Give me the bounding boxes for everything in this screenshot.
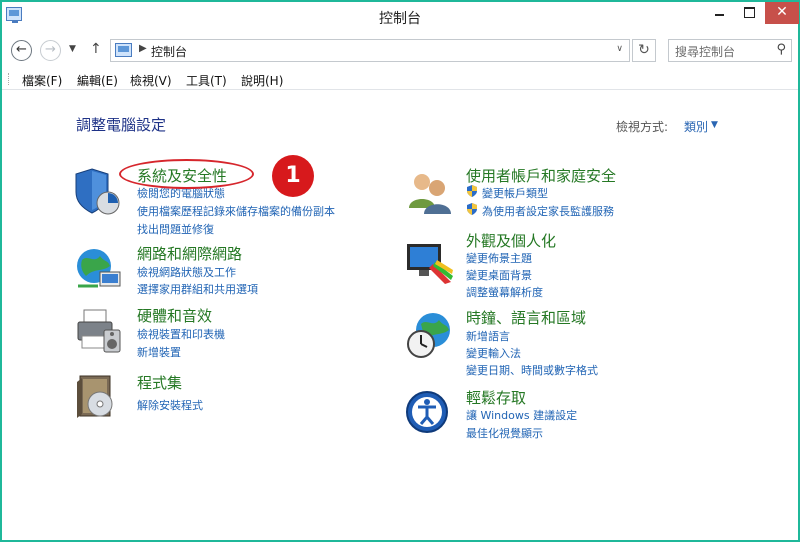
menu-file[interactable]: 檔案(F)	[22, 72, 62, 89]
category-users-title[interactable]: 使用者帳戶和家庭安全	[466, 165, 616, 186]
link-file-history-backup[interactable]: 使用檔案歷程記錄來儲存檔案的備份副本	[137, 203, 335, 219]
search-icon[interactable]: ⚲	[776, 42, 786, 57]
link-optimize-visual-display[interactable]: 最佳化視覺顯示	[466, 425, 543, 441]
menu-tools[interactable]: 工具(T)	[186, 72, 227, 89]
category-clock-title[interactable]: 時鐘、語言和區域	[466, 307, 586, 328]
network-globe-icon[interactable]	[74, 242, 124, 292]
category-appearance-title[interactable]: 外觀及個人化	[466, 230, 556, 251]
link-change-account-type[interactable]: 變更帳戶類型	[482, 185, 548, 201]
close-button[interactable]: ✕	[765, 2, 799, 24]
maximize-button[interactable]	[732, 2, 766, 24]
control-panel-icon	[115, 43, 132, 57]
appearance-monitor-icon[interactable]	[405, 238, 455, 288]
programs-box-icon[interactable]	[74, 372, 124, 422]
refresh-icon[interactable]: ↻	[632, 39, 656, 62]
title-bar: 控制台 ✕	[2, 2, 799, 32]
recent-locations-dropdown-icon[interactable]: ▼	[69, 44, 76, 54]
link-family-safety[interactable]: 為使用者設定家長監護服務	[482, 203, 614, 219]
breadcrumb-control-panel[interactable]: 控制台	[151, 43, 187, 60]
up-arrow-icon[interactable]: ↑	[90, 41, 102, 57]
navigation-bar: ← → ▼ ↑ ▶ 控制台 ∨ ↻ 搜尋控制台 ⚲	[2, 36, 798, 66]
category-network-title[interactable]: 網路和網際網路	[137, 243, 242, 264]
address-dropdown-icon[interactable]: ∨	[616, 44, 623, 54]
link-devices-printers[interactable]: 檢視裝置和印表機	[137, 326, 225, 342]
link-screen-resolution[interactable]: 調整螢幕解析度	[466, 284, 543, 300]
link-add-language[interactable]: 新增語言	[466, 328, 510, 344]
menu-bar: 檔案(F) 編輯(E) 檢視(V) 工具(T) 說明(H)	[2, 68, 798, 90]
link-find-fix-problems[interactable]: 找出問題並修復	[137, 221, 214, 237]
link-homegroup-sharing[interactable]: 選擇家用群組和共用選項	[137, 281, 258, 297]
menu-view[interactable]: 檢視(V)	[130, 72, 172, 89]
back-arrow-icon[interactable]: ←	[11, 40, 32, 61]
forward-arrow-icon[interactable]: →	[40, 40, 61, 61]
uac-shield-icon	[467, 203, 477, 215]
view-by-chevron-icon[interactable]: ▼	[711, 120, 718, 130]
search-box[interactable]: 搜尋控制台 ⚲	[668, 39, 792, 62]
breadcrumb-chevron-icon[interactable]: ▶	[139, 43, 147, 54]
users-icon[interactable]	[405, 168, 455, 218]
link-change-theme[interactable]: 變更佈景主題	[466, 250, 532, 266]
printer-icon[interactable]	[74, 306, 124, 356]
category-hardware-title[interactable]: 硬體和音效	[137, 305, 212, 326]
view-by-label: 檢視方式:	[616, 120, 669, 134]
link-date-time-format[interactable]: 變更日期、時間或數字格式	[466, 362, 598, 378]
link-network-status[interactable]: 檢視網路狀態及工作	[137, 264, 236, 280]
link-change-input-method[interactable]: 變更輸入法	[466, 345, 521, 361]
link-windows-suggest-settings[interactable]: 讓 Windows 建議設定	[466, 407, 577, 423]
category-programs-title[interactable]: 程式集	[137, 372, 182, 393]
menu-edit[interactable]: 編輯(E)	[77, 72, 118, 89]
ease-of-access-icon[interactable]	[405, 388, 455, 438]
clock-globe-icon[interactable]	[405, 310, 455, 360]
highlight-ellipse	[119, 159, 254, 189]
link-change-desktop-background[interactable]: 變更桌面背景	[466, 267, 532, 283]
page-title: 調整電腦設定	[76, 116, 167, 134]
link-uninstall-program[interactable]: 解除安裝程式	[137, 397, 203, 413]
security-shield-icon[interactable]	[74, 167, 124, 217]
window-title: 控制台	[379, 11, 421, 27]
link-add-device[interactable]: 新增裝置	[137, 344, 181, 360]
view-by-dropdown[interactable]: 類別	[684, 118, 708, 135]
menu-help[interactable]: 說明(H)	[241, 72, 283, 89]
menu-grip	[8, 73, 10, 85]
step-number-badge: 1	[272, 155, 314, 197]
uac-shield-icon	[467, 185, 477, 197]
search-input[interactable]: 搜尋控制台	[675, 43, 735, 60]
control-panel-window: 控制台 ✕ ← → ▼ ↑ ▶ 控制台 ∨ ↻ 搜尋控制台 ⚲ 檔案(F) 編輯…	[0, 0, 800, 542]
control-panel-content: 調整電腦設定 檢視方式: 類別 ▼ 系統及安全性 檢閱您的電腦狀態 使用檔案歷程…	[2, 92, 798, 540]
address-bar[interactable]: ▶ 控制台 ∨	[110, 39, 630, 62]
category-ease-of-access-title[interactable]: 輕鬆存取	[466, 387, 526, 408]
